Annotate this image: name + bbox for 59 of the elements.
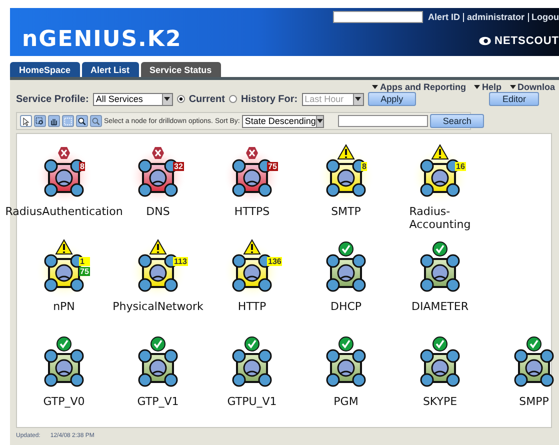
caret-icon	[474, 85, 480, 89]
zoom-out-icon	[91, 116, 101, 126]
alert-count: 1	[79, 257, 90, 266]
service-name: GTPU_V1	[227, 395, 277, 408]
service-name: HTTP	[238, 300, 266, 313]
fit-icon	[63, 116, 73, 126]
service-name: HTTPS	[234, 205, 270, 218]
zoom-box-icon	[35, 116, 45, 126]
zoom-in-icon	[77, 116, 87, 126]
alert-count: 8	[361, 162, 368, 171]
alert-count: 75	[267, 162, 278, 171]
service-name: SMTP	[331, 205, 361, 218]
zoom-region-tool-button[interactable]	[34, 115, 46, 127]
service-name: PGM	[334, 395, 358, 408]
zoom-in-tool-button[interactable]	[76, 115, 88, 127]
menu-link[interactable]: Downloa	[518, 82, 555, 92]
profile-select[interactable]: All Services	[92, 92, 173, 106]
search-field[interactable]	[338, 115, 428, 127]
alert-count: 32	[173, 162, 184, 171]
service-name: RadiusAuthentication	[5, 205, 123, 218]
product-logo: nGENIUS.K2	[22, 27, 182, 54]
alert-count: 75	[79, 267, 90, 276]
brand-name: NETSCOUT	[494, 35, 559, 47]
pointer-icon	[21, 116, 31, 126]
sort-select[interactable]: State Descending	[242, 114, 324, 128]
service-name: PhysicalNetwork	[112, 300, 204, 313]
service-name: SKYPE	[422, 395, 458, 408]
apply-button[interactable]: Apply	[368, 92, 416, 106]
service-name: GTP_V0	[43, 395, 85, 408]
mode-radio[interactable]	[228, 95, 237, 103]
nav-tab[interactable]: Alert List	[82, 62, 139, 77]
alert-count: 8	[79, 162, 86, 171]
service-name: Radius- Accounting	[409, 205, 471, 231]
menu-link[interactable]: Apps and Reporting	[380, 82, 466, 92]
editor-button[interactable]: Editor	[489, 92, 539, 106]
pan-tool-button[interactable]	[48, 115, 60, 127]
alert-id-field[interactable]	[332, 11, 423, 23]
service-name: DHCP	[330, 300, 362, 313]
mode-label: Current	[188, 94, 225, 104]
alert-count: 16	[455, 162, 466, 171]
alert-count: 136	[267, 257, 282, 266]
header-link[interactable]: Logou	[532, 12, 559, 22]
menu-link[interactable]: Help	[482, 82, 502, 92]
nav-tab[interactable]: HomeSpace	[10, 62, 80, 77]
header-link[interactable]: Alert ID	[428, 12, 460, 22]
mode-label: History For:	[240, 94, 298, 104]
profile-label: Service Profile:	[16, 94, 89, 104]
header-link[interactable]: administrator	[466, 12, 524, 22]
search-button[interactable]: Search	[430, 114, 484, 128]
service-name: DNS	[146, 205, 170, 218]
service-name: nPN	[53, 300, 75, 313]
service-name: DIAMETER	[412, 300, 468, 313]
alert-count: 113	[173, 257, 188, 266]
nav-tab[interactable]: Service Status	[140, 62, 221, 77]
mode-radio[interactable]	[176, 95, 185, 103]
service-name: SMPP	[519, 395, 549, 408]
pointer-tool-button[interactable]	[20, 115, 32, 127]
eye-logo-icon	[478, 36, 492, 46]
service-name: GTP_V1	[137, 395, 179, 408]
